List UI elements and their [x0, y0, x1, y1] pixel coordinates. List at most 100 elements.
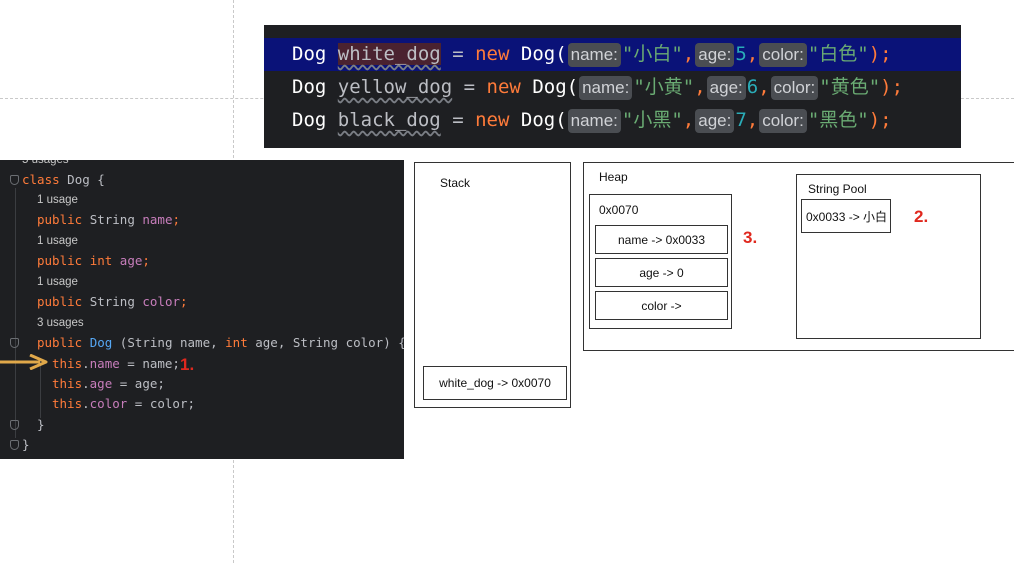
semicolon: ;	[172, 212, 181, 227]
fold-icon[interactable]	[10, 420, 19, 430]
comma: ,	[694, 76, 706, 98]
code-line-yellow-dog: Dog yellow_dog = new Dog(name: "小黄", age: 6…	[264, 71, 961, 104]
keyword-this: this	[52, 376, 83, 391]
type-token: Dog	[292, 43, 327, 65]
field-age: age	[89, 376, 113, 391]
keyword-token: new	[486, 76, 521, 98]
field-color-ref: color ->	[595, 291, 728, 320]
variable-token: yellow_dog	[337, 76, 453, 98]
usage-hint: 3 usages	[37, 317, 84, 329]
field-color: color	[142, 294, 181, 309]
keyword-token: new	[475, 109, 510, 131]
statement-end: );	[880, 76, 904, 98]
usage-hint: 1 usage	[37, 235, 78, 247]
fold-icon[interactable]	[10, 338, 19, 348]
code-line-black-dog: Dog black_dog = new Dog(name: "小黑", age: 7,…	[264, 104, 961, 137]
type-token: Dog	[292, 109, 327, 131]
string-literal: "白色"	[807, 43, 869, 65]
assignment: = color;	[127, 396, 196, 411]
keyword-public: public	[37, 294, 83, 309]
object-creation-code: Dog white_dog = new Dog(name: "小白", age: 5,…	[264, 25, 961, 148]
assignment: = age;	[112, 376, 165, 391]
step-1-label: 1.	[180, 355, 195, 374]
semicolon: ;	[142, 253, 150, 268]
brace: }	[37, 417, 45, 432]
usage-hint: 1 usage	[37, 194, 78, 206]
string-literal: "小黑"	[621, 109, 683, 131]
number-literal: 5	[735, 43, 747, 65]
comma: ,	[746, 43, 759, 65]
type-token: Dog	[292, 76, 327, 98]
variable-token: white_dog	[337, 43, 441, 65]
string-pool-title: String Pool	[808, 182, 867, 196]
constructor-params: (String name,	[112, 335, 226, 350]
string-literal: "黄色"	[819, 76, 881, 98]
param-hint: color:	[759, 109, 807, 133]
type-int: int	[89, 253, 113, 268]
string-pool-box: String Pool 0x0033 -> 小白 2.	[796, 174, 981, 339]
statement-end: );	[868, 109, 892, 131]
heap-box: Heap 0x0070 name -> 0x0033 age -> 0 colo…	[583, 162, 1014, 351]
type-string: String	[89, 212, 135, 227]
fold-icon[interactable]	[10, 440, 19, 450]
semicolon: ;	[180, 294, 188, 309]
variable-token: black_dog	[337, 109, 441, 131]
field-name-ref: name -> 0x0033	[595, 225, 728, 254]
usage-hint: 5 usages	[22, 160, 69, 166]
brace: {	[97, 172, 105, 187]
string-literal: "小白"	[621, 43, 683, 65]
code-line-white-dog: Dog white_dog = new Dog(name: "小白", age: 5,…	[264, 38, 961, 71]
keyword-public: public	[37, 335, 83, 350]
param-hint: age:	[695, 43, 735, 67]
step-3-label: 3.	[743, 228, 758, 247]
field-color: color	[89, 396, 128, 411]
param-hint: age:	[706, 76, 746, 100]
number-literal: 7	[735, 109, 747, 131]
param-hint: color:	[759, 43, 807, 67]
constructor-token: Dog(	[532, 76, 579, 98]
statement-end: );	[868, 43, 892, 65]
assignment: = name;	[119, 356, 180, 371]
operator-token: =	[452, 43, 464, 65]
constructor-name: Dog	[89, 335, 113, 350]
brace: }	[22, 437, 30, 452]
type-string: String	[89, 294, 135, 309]
param-hint: color:	[770, 76, 819, 100]
keyword-public: public	[37, 253, 83, 268]
usage-hint: 1 usage	[37, 276, 78, 288]
keyword-this: this	[52, 396, 83, 411]
param-hint: name:	[567, 43, 621, 67]
field-age-value: age -> 0	[595, 258, 728, 287]
pointer-arrow-icon	[0, 354, 48, 370]
indent-guide	[15, 188, 16, 438]
dog-class-code: 5 usages class Dog { 1 usage public Stri…	[0, 160, 404, 459]
object-box: 0x0070 name -> 0x0033 age -> 0 color ->	[589, 194, 732, 329]
comma: ,	[682, 109, 695, 131]
step-2-label: 2.	[914, 207, 929, 226]
constructor-token: Dog(	[520, 43, 567, 65]
comma: ,	[758, 76, 770, 98]
comma: ,	[746, 109, 759, 131]
operator-token: =	[463, 76, 476, 98]
fold-icon[interactable]	[10, 175, 19, 185]
keyword-class: class	[22, 172, 60, 187]
object-address: 0x0070	[599, 203, 639, 217]
field-name: name	[142, 212, 173, 227]
param-hint: name:	[567, 109, 621, 133]
type-int: int	[225, 335, 248, 350]
heap-title: Heap	[599, 170, 628, 184]
stack-entry: white_dog -> 0x0070	[423, 366, 567, 400]
field-age: age	[119, 253, 143, 268]
number-literal: 6	[746, 76, 759, 98]
constructor-params: age, String color) {	[247, 335, 404, 350]
string-literal: "小黄"	[633, 76, 695, 98]
class-name: Dog	[67, 172, 90, 187]
field-name: name	[89, 356, 120, 371]
param-hint: name:	[579, 76, 633, 100]
string-literal: "黑色"	[807, 109, 869, 131]
stack-box: Stack white_dog -> 0x0070	[414, 162, 571, 408]
string-pool-entry: 0x0033 -> 小白	[801, 199, 891, 233]
param-hint: age:	[695, 109, 735, 133]
keyword-public: public	[37, 212, 83, 227]
keyword-this: this	[52, 356, 83, 371]
